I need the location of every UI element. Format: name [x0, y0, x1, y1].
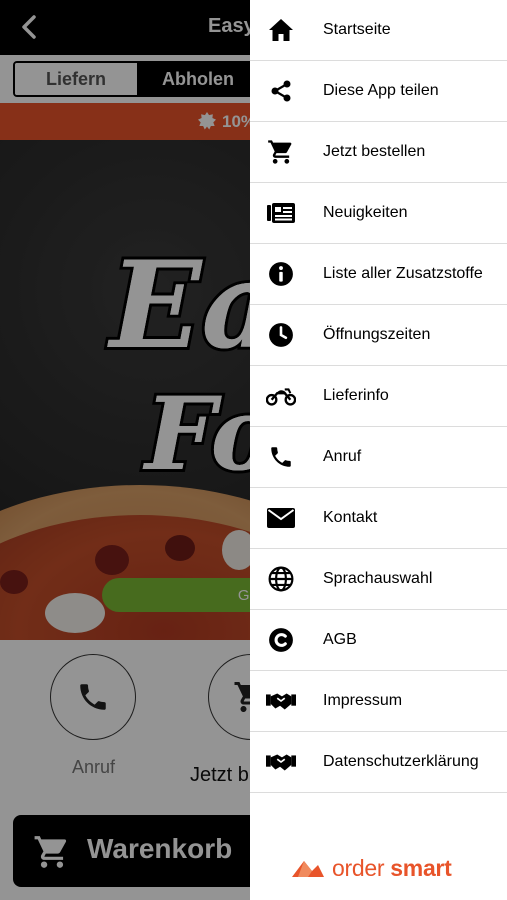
menu-item-agb[interactable]: AGB	[250, 610, 507, 671]
home-icon	[266, 15, 296, 45]
handshake-icon	[266, 686, 296, 716]
menu-item-sprachauswahl[interactable]: Sprachauswahl	[250, 549, 507, 610]
envelope-icon	[266, 503, 296, 533]
menu-item-startseite[interactable]: Startseite	[250, 0, 507, 61]
menu-item-label: Startseite	[323, 21, 391, 38]
phone-icon	[266, 442, 296, 472]
menu-item-impressum[interactable]: Impressum	[250, 671, 507, 732]
brand-name: order smart	[332, 854, 452, 881]
share-icon	[266, 76, 296, 106]
menu-item-neuigkeiten[interactable]: Neuigkeiten	[250, 183, 507, 244]
menu-item-app-teilen[interactable]: Diese App teilen	[250, 61, 507, 122]
ordersmart-brand: order smart	[290, 853, 452, 883]
menu-item-anruf[interactable]: Anruf	[250, 427, 507, 488]
menu-item-label: Anruf	[323, 448, 362, 465]
menu-item-oeffnungszeiten[interactable]: Öffnungszeiten	[250, 305, 507, 366]
globe-icon	[266, 564, 296, 594]
menu-item-label: Kontakt	[323, 509, 378, 526]
menu-item-label: Liste aller Zusatzstoffe	[323, 265, 483, 282]
menu-item-zusatzstoffe[interactable]: Liste aller Zusatzstoffe	[250, 244, 507, 305]
menu-item-label: Impressum	[323, 692, 403, 709]
menu-item-label: Datenschutzerklärung	[323, 753, 479, 770]
menu-item-label: AGB	[323, 631, 357, 648]
menu-item-label: Öffnungszeiten	[323, 326, 431, 343]
menu-item-label: Lieferinfo	[323, 387, 389, 404]
ordersmart-logo-icon	[292, 861, 324, 877]
clock-icon	[266, 320, 296, 350]
handshake-icon	[266, 747, 296, 777]
motorbike-icon	[266, 381, 296, 411]
menu-item-label: Diese App teilen	[323, 82, 439, 99]
menu-item-label: Jetzt bestellen	[323, 143, 426, 160]
cart-icon	[266, 137, 296, 167]
info-icon	[266, 259, 296, 289]
menu-item-jetzt-bestellen[interactable]: Jetzt bestellen	[250, 122, 507, 183]
news-icon	[266, 198, 296, 228]
menu-item-label: Neuigkeiten	[323, 204, 408, 221]
menu-item-lieferinfo[interactable]: Lieferinfo	[250, 366, 507, 427]
menu-item-kontakt[interactable]: Kontakt	[250, 488, 507, 549]
menu-item-datenschutz[interactable]: Datenschutzerklärung	[250, 732, 507, 793]
menu-item-label: Sprachauswahl	[323, 570, 433, 587]
copyright-icon	[266, 625, 296, 655]
navigation-drawer: Startseite Diese App teilen Jetzt bestel…	[250, 0, 507, 900]
